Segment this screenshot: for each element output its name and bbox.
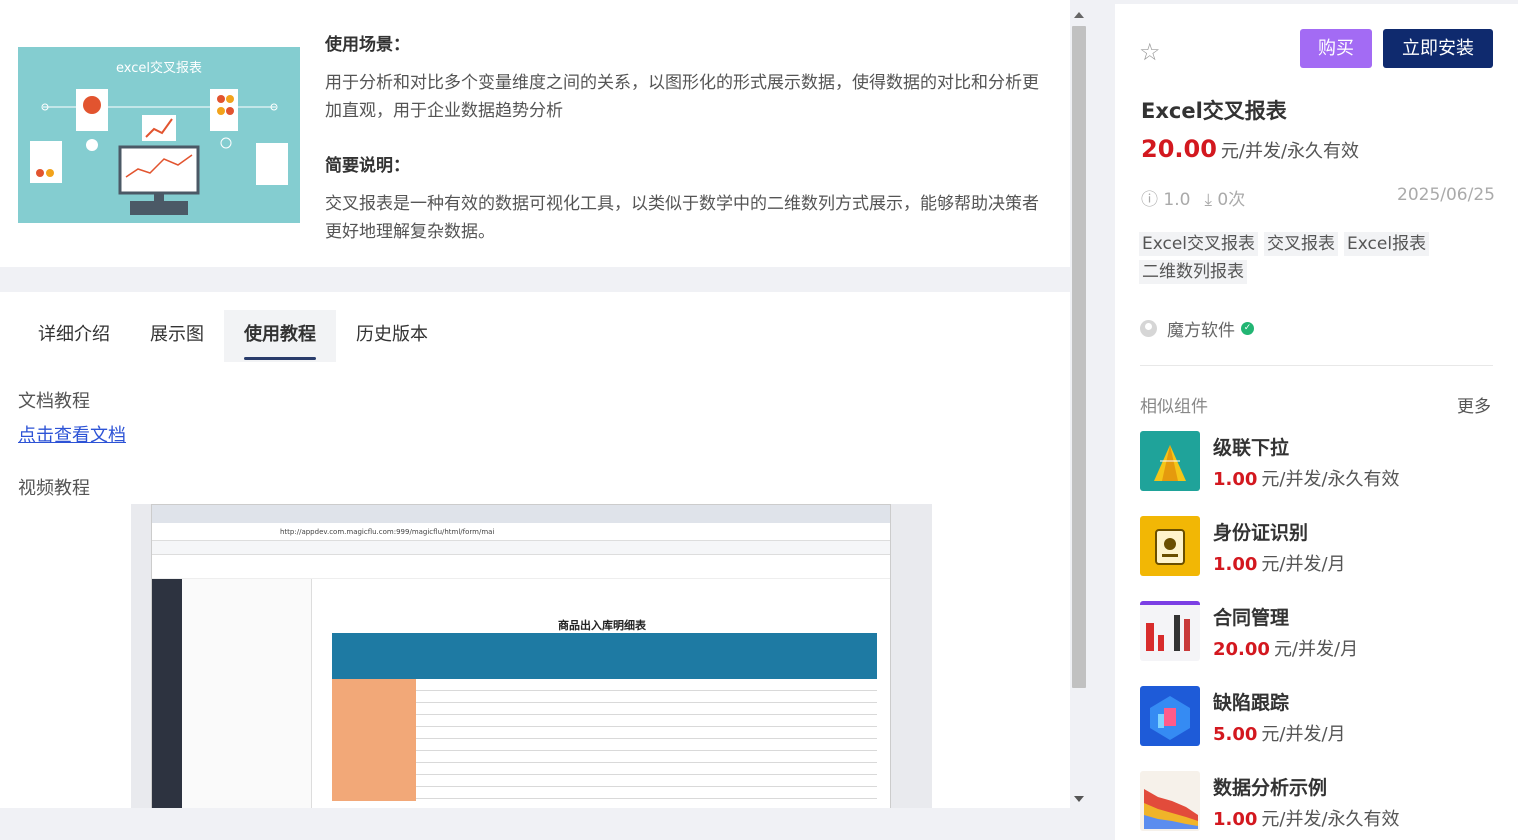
similar-name: 数据分析示例 xyxy=(1213,777,1328,799)
main-content: excel交叉报表 使用场景： 用于分析和对比多个变量维度之间的关系，以图形化的… xyxy=(0,0,1070,808)
tutorial-video[interactable]: http://appdev.com.magicflu.com:999/magic… xyxy=(131,504,932,808)
summary-text: 交叉报表是一种有效的数据可视化工具，以类似于数学中的二维数列方式展示，能够帮助决… xyxy=(325,194,1039,242)
product-price: 20.00 元/并发/永久有效 xyxy=(1141,135,1359,163)
author-info[interactable]: 魔方软件 ✓ xyxy=(1140,316,1254,341)
scroll-down-arrow-icon[interactable] xyxy=(1074,796,1084,802)
similar-price-amount: 5.00 xyxy=(1213,724,1258,745)
similar-item[interactable]: 缺陷跟踪 5.00 元/并发/月 xyxy=(1140,686,1500,748)
similar-price-unit: 元/并发/月 xyxy=(1261,724,1346,745)
verified-icon: ✓ xyxy=(1241,322,1254,335)
tag-list: Excel交叉报表 交叉报表 Excel报表 二维数列报表 xyxy=(1139,232,1499,284)
video-tree-panel xyxy=(182,579,312,808)
version-info: ⓘ 1.0 xyxy=(1141,185,1190,210)
similar-price: 1.00 元/并发/永久有效 xyxy=(1213,465,1400,491)
video-address-bar: http://appdev.com.magicflu.com:999/magic… xyxy=(152,523,890,541)
tag-item[interactable]: 二维数列报表 xyxy=(1139,260,1247,284)
similar-price: 1.00 元/并发/永久有效 xyxy=(1213,805,1400,831)
more-link[interactable]: 更多 xyxy=(1457,392,1491,417)
tag-item[interactable]: Excel报表 xyxy=(1344,232,1430,256)
product-name: Excel交叉报表 xyxy=(1141,99,1287,123)
detail-tabs: 详细介绍 展示图 使用教程 历史版本 xyxy=(18,310,448,362)
tab-history[interactable]: 历史版本 xyxy=(336,310,448,362)
similar-price: 20.00 元/并发/月 xyxy=(1213,635,1358,661)
similar-name: 缺陷跟踪 xyxy=(1213,692,1290,714)
similar-price-unit: 元/并发/永久有效 xyxy=(1261,469,1400,490)
video-tutorial-label: 视频教程 xyxy=(18,478,90,499)
version-number: 1.0 xyxy=(1163,190,1191,210)
similar-price-amount: 20.00 xyxy=(1213,639,1270,660)
video-left-nav xyxy=(152,579,182,808)
similar-price-amount: 1.00 xyxy=(1213,469,1258,490)
download-icon: ⤓ xyxy=(1204,190,1212,210)
favorite-star-icon[interactable]: ☆ xyxy=(1139,38,1161,66)
similar-name: 合同管理 xyxy=(1213,607,1290,629)
detail-panel: 详细介绍 展示图 使用教程 历史版本 文档教程 点击查看文档 视频教程 http… xyxy=(0,292,1070,808)
video-sheet-title: 商品出入库明细表 xyxy=(558,619,646,632)
summary-heading: 简要说明： xyxy=(325,156,410,176)
similar-item[interactable]: 数据分析示例 1.00 元/并发/永久有效 xyxy=(1140,771,1500,833)
similar-price-unit: 元/并发/月 xyxy=(1273,639,1359,660)
main-scrollbar[interactable] xyxy=(1070,4,1088,808)
similar-price: 5.00 元/并发/月 xyxy=(1213,720,1346,746)
price-amount: 20.00 xyxy=(1141,135,1217,163)
product-description: 使用场景： 用于分析和对比多个变量维度之间的关系，以图形化的形式展示数据，使得数… xyxy=(325,30,1050,246)
similar-item[interactable]: 级联下拉 1.00 元/并发/永久有效 xyxy=(1140,431,1500,493)
tag-item[interactable]: 交叉报表 xyxy=(1264,232,1339,256)
similar-item[interactable]: 合同管理 20.00 元/并发/月 xyxy=(1140,601,1500,663)
tag-item[interactable]: Excel交叉报表 xyxy=(1139,232,1259,256)
video-table-group-cells xyxy=(332,679,416,801)
similar-price-unit: 元/并发/月 xyxy=(1261,554,1346,575)
similar-price-amount: 1.00 xyxy=(1213,809,1258,830)
product-sidebar: ☆ 购买 立即安装 Excel交叉报表 20.00 元/并发/永久有效 ⓘ 1.0… xyxy=(1115,4,1518,840)
similar-thumb xyxy=(1140,686,1200,746)
tab-showcase[interactable]: 展示图 xyxy=(130,310,224,362)
product-meta: ⓘ 1.0 ⤓ 0次 2025/06/25 xyxy=(1141,185,1495,210)
similar-thumb xyxy=(1140,601,1200,661)
install-button[interactable]: 立即安装 xyxy=(1383,29,1493,68)
view-doc-link[interactable]: 点击查看文档 xyxy=(18,421,126,447)
info-icon: ⓘ xyxy=(1141,190,1158,210)
similar-price: 1.00 元/并发/月 xyxy=(1213,550,1346,576)
similar-name: 身份证识别 xyxy=(1213,522,1309,544)
tab-tutorial[interactable]: 使用教程 xyxy=(224,310,336,362)
scroll-up-arrow-icon[interactable] xyxy=(1074,12,1084,18)
similar-thumb xyxy=(1140,771,1200,831)
publish-date: 2025/06/25 xyxy=(1397,185,1495,205)
video-browser-tabs xyxy=(152,505,890,523)
tab-detail-intro[interactable]: 详细介绍 xyxy=(18,310,130,362)
scrollbar-thumb[interactable] xyxy=(1072,26,1086,688)
similar-name: 级联下拉 xyxy=(1213,437,1290,459)
download-count: 0次 xyxy=(1217,190,1246,210)
usage-heading: 使用场景： xyxy=(325,35,410,55)
similar-price-amount: 1.00 xyxy=(1213,554,1258,575)
author-name: 魔方软件 xyxy=(1167,321,1235,341)
video-frame: http://appdev.com.magicflu.com:999/magic… xyxy=(151,504,891,808)
similar-title: 相似组件 xyxy=(1140,397,1208,417)
similar-thumb xyxy=(1140,516,1200,576)
usage-text: 用于分析和对比多个变量维度之间的关系，以图形化的形式展示数据，使得数据的对比和分… xyxy=(325,73,1039,121)
product-cover-image: excel交叉报表 xyxy=(18,47,300,223)
divider xyxy=(1140,365,1493,366)
buy-button[interactable]: 购买 xyxy=(1300,29,1372,68)
cover-title: excel交叉报表 xyxy=(116,61,202,76)
price-unit: 元/并发/永久有效 xyxy=(1220,141,1360,162)
product-intro: excel交叉报表 使用场景： 用于分析和对比多个变量维度之间的关系，以图形化的… xyxy=(0,0,1070,267)
download-info: ⤓ 0次 xyxy=(1204,185,1245,210)
similar-thumb xyxy=(1140,431,1200,491)
doc-tutorial-label: 文档教程 xyxy=(18,391,90,412)
video-table-header xyxy=(332,633,877,679)
similar-item[interactable]: 身份证识别 1.00 元/并发/月 xyxy=(1140,516,1500,578)
video-app-header xyxy=(152,555,890,579)
avatar xyxy=(1140,320,1157,337)
similar-price-unit: 元/并发/永久有效 xyxy=(1261,809,1400,830)
video-bookmarks-bar xyxy=(152,541,890,555)
